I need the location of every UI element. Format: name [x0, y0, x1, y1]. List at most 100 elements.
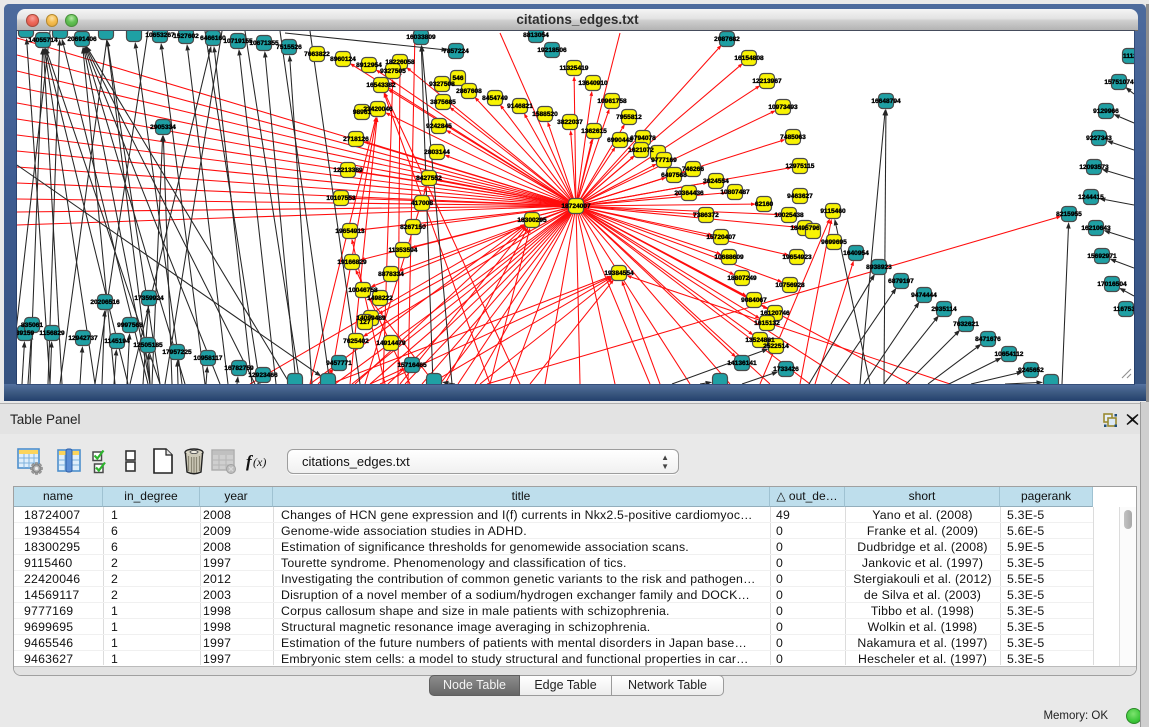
graph-edge[interactable] — [949, 360, 996, 384]
table-row[interactable]: 1830029562008Estimation of significance … — [14, 539, 1093, 555]
graph-edge[interactable] — [240, 55, 276, 384]
column-header-year[interactable]: year — [200, 487, 273, 507]
graph-node[interactable] — [99, 31, 114, 40]
cell-year: 1997 — [203, 635, 231, 651]
graph-node-label: 17957225 — [162, 349, 192, 356]
graph-edge[interactable] — [800, 224, 831, 384]
table-row[interactable]: 969969511998Structural magnetic resonanc… — [14, 619, 1093, 635]
graph-edge[interactable] — [1062, 228, 1068, 384]
graph-edge[interactable] — [1125, 291, 1134, 296]
graph-node-label: 9474444 — [911, 292, 937, 299]
graph-edge[interactable] — [165, 31, 222, 384]
column-header-name[interactable]: name — [14, 487, 103, 507]
table-row[interactable]: 1456911722003Disruption of a novel membe… — [14, 587, 1093, 603]
table-vertical-scrollbar[interactable] — [1119, 507, 1136, 666]
graph-edge[interactable] — [448, 383, 455, 384]
graph-edge[interactable] — [1119, 117, 1134, 123]
graph-node[interactable] — [288, 374, 303, 385]
graph-edge[interactable] — [50, 347, 51, 384]
graph-node-label: 13640910 — [578, 80, 608, 87]
node-table[interactable]: namein_degreeyeartitle△ out_de…shortpage… — [13, 486, 1137, 676]
column-header-title[interactable]: title — [273, 487, 770, 507]
graph-edge[interactable] — [1110, 232, 1134, 240]
scrollbar-thumb[interactable] — [1124, 510, 1132, 529]
graph-edge[interactable] — [760, 223, 828, 384]
table-grid-line — [1093, 507, 1094, 665]
tab-network-table[interactable]: Network Table — [612, 675, 724, 696]
merge-cells-icon[interactable] — [118, 447, 144, 475]
graph-edge[interactable] — [928, 348, 976, 384]
network-canvas[interactable]: 1405571420691406106532671527602646616010… — [17, 31, 1134, 384]
graph-node-label: 2087682 — [714, 36, 740, 43]
graph-edge[interactable] — [1005, 383, 1037, 384]
graph-edge[interactable] — [290, 61, 312, 384]
table-row[interactable]: 946362711997Embryonic stem cells: a mode… — [14, 651, 1093, 667]
table-settings-icon[interactable] — [17, 447, 43, 475]
graph-edge[interactable] — [310, 31, 360, 384]
graph-edge[interactable] — [700, 383, 706, 384]
graph-node-label: 62160 — [755, 201, 774, 208]
graph-edge[interactable] — [809, 279, 872, 384]
graph-edge[interactable] — [1105, 200, 1134, 205]
graph-node-label: 7632621 — [953, 321, 979, 328]
graph-node-label: 9699695 — [821, 239, 847, 246]
graph-edge[interactable] — [127, 339, 129, 384]
graph-node[interactable] — [321, 374, 336, 385]
delete-icon[interactable] — [181, 447, 207, 475]
graph-edge[interactable] — [884, 320, 935, 384]
network-view-window[interactable]: citations_edges.txt 14055714206914061065… — [4, 4, 1146, 401]
table-row[interactable]: 1938455462009Genome-wide association stu… — [14, 523, 1093, 539]
cell-year: 1997 — [203, 555, 231, 571]
table-row[interactable]: 977716911998Corpus callosum shape and si… — [14, 603, 1093, 619]
graph-edge[interactable] — [422, 206, 576, 384]
graph-edge[interactable] — [1116, 261, 1134, 268]
table-row[interactable]: 946554611997Estimation of the future num… — [14, 635, 1093, 651]
graph-node[interactable] — [1044, 375, 1059, 385]
graph-edge[interactable] — [884, 115, 886, 384]
graph-edge[interactable] — [390, 115, 576, 206]
graph-edge[interactable] — [265, 57, 296, 384]
show-column-icon[interactable] — [57, 447, 83, 475]
tab-edge-table[interactable]: Edge Table — [520, 675, 612, 696]
graph-edge[interactable] — [80, 352, 82, 384]
table-row[interactable]: 1872400712008Changes of HCN gene express… — [14, 507, 1093, 523]
graph-edge[interactable] — [864, 307, 916, 384]
graph-node[interactable] — [427, 374, 442, 385]
graph-edge[interactable] — [188, 50, 228, 384]
select-rows-icon[interactable] — [90, 447, 116, 475]
column-header-in_degree[interactable]: in_degree — [103, 487, 200, 507]
graph-edge[interactable] — [17, 38, 576, 206]
graph-edge[interactable] — [1113, 143, 1134, 150]
table-row[interactable]: 911546021997Tourette syndrome. Phenomeno… — [14, 555, 1093, 571]
graph-node-label: 6879197 — [888, 278, 914, 285]
graph-edge[interactable] — [177, 366, 178, 384]
close-panel-icon[interactable] — [1125, 412, 1140, 427]
graph-edge[interactable] — [206, 372, 207, 384]
graph-edge[interactable] — [480, 281, 609, 384]
table-select-dropdown[interactable]: citations_edges.txt ▲▼ — [287, 449, 679, 474]
window-resize-grip[interactable] — [1118, 368, 1132, 382]
cell-pagerank: 5.3E-5 — [1007, 635, 1044, 651]
graph-edge[interactable] — [906, 334, 956, 384]
new-document-icon[interactable] — [150, 447, 176, 475]
graph-node-label: 12975115 — [786, 163, 815, 170]
column-header-out_de[interactable]: △ out_de… — [770, 487, 845, 507]
graph-node[interactable] — [127, 31, 142, 42]
graph-edge[interactable] — [576, 204, 751, 206]
table-row[interactable]: 2242004622012Investigating the contribut… — [14, 571, 1093, 587]
graph-edge[interactable] — [430, 280, 608, 384]
network-window-titlebar[interactable]: citations_edges.txt — [17, 9, 1138, 31]
graph-node[interactable] — [713, 374, 728, 385]
column-header-pagerank[interactable]: pagerank — [1000, 487, 1093, 507]
float-panel-icon[interactable] — [1103, 413, 1118, 428]
graph-edge[interactable] — [1108, 171, 1134, 179]
graph-edge[interactable] — [22, 347, 24, 384]
graph-edge[interactable] — [1130, 91, 1134, 94]
tab-node-table[interactable]: Node Table — [429, 675, 520, 696]
graph-edge[interactable] — [280, 31, 330, 384]
function-builder-icon[interactable]: f(x) — [244, 447, 270, 475]
graph-edge[interactable] — [971, 373, 1017, 384]
column-header-short[interactable]: short — [845, 487, 1000, 507]
cell-out_degree: 0 — [776, 587, 783, 603]
graph-edge[interactable] — [576, 206, 730, 384]
